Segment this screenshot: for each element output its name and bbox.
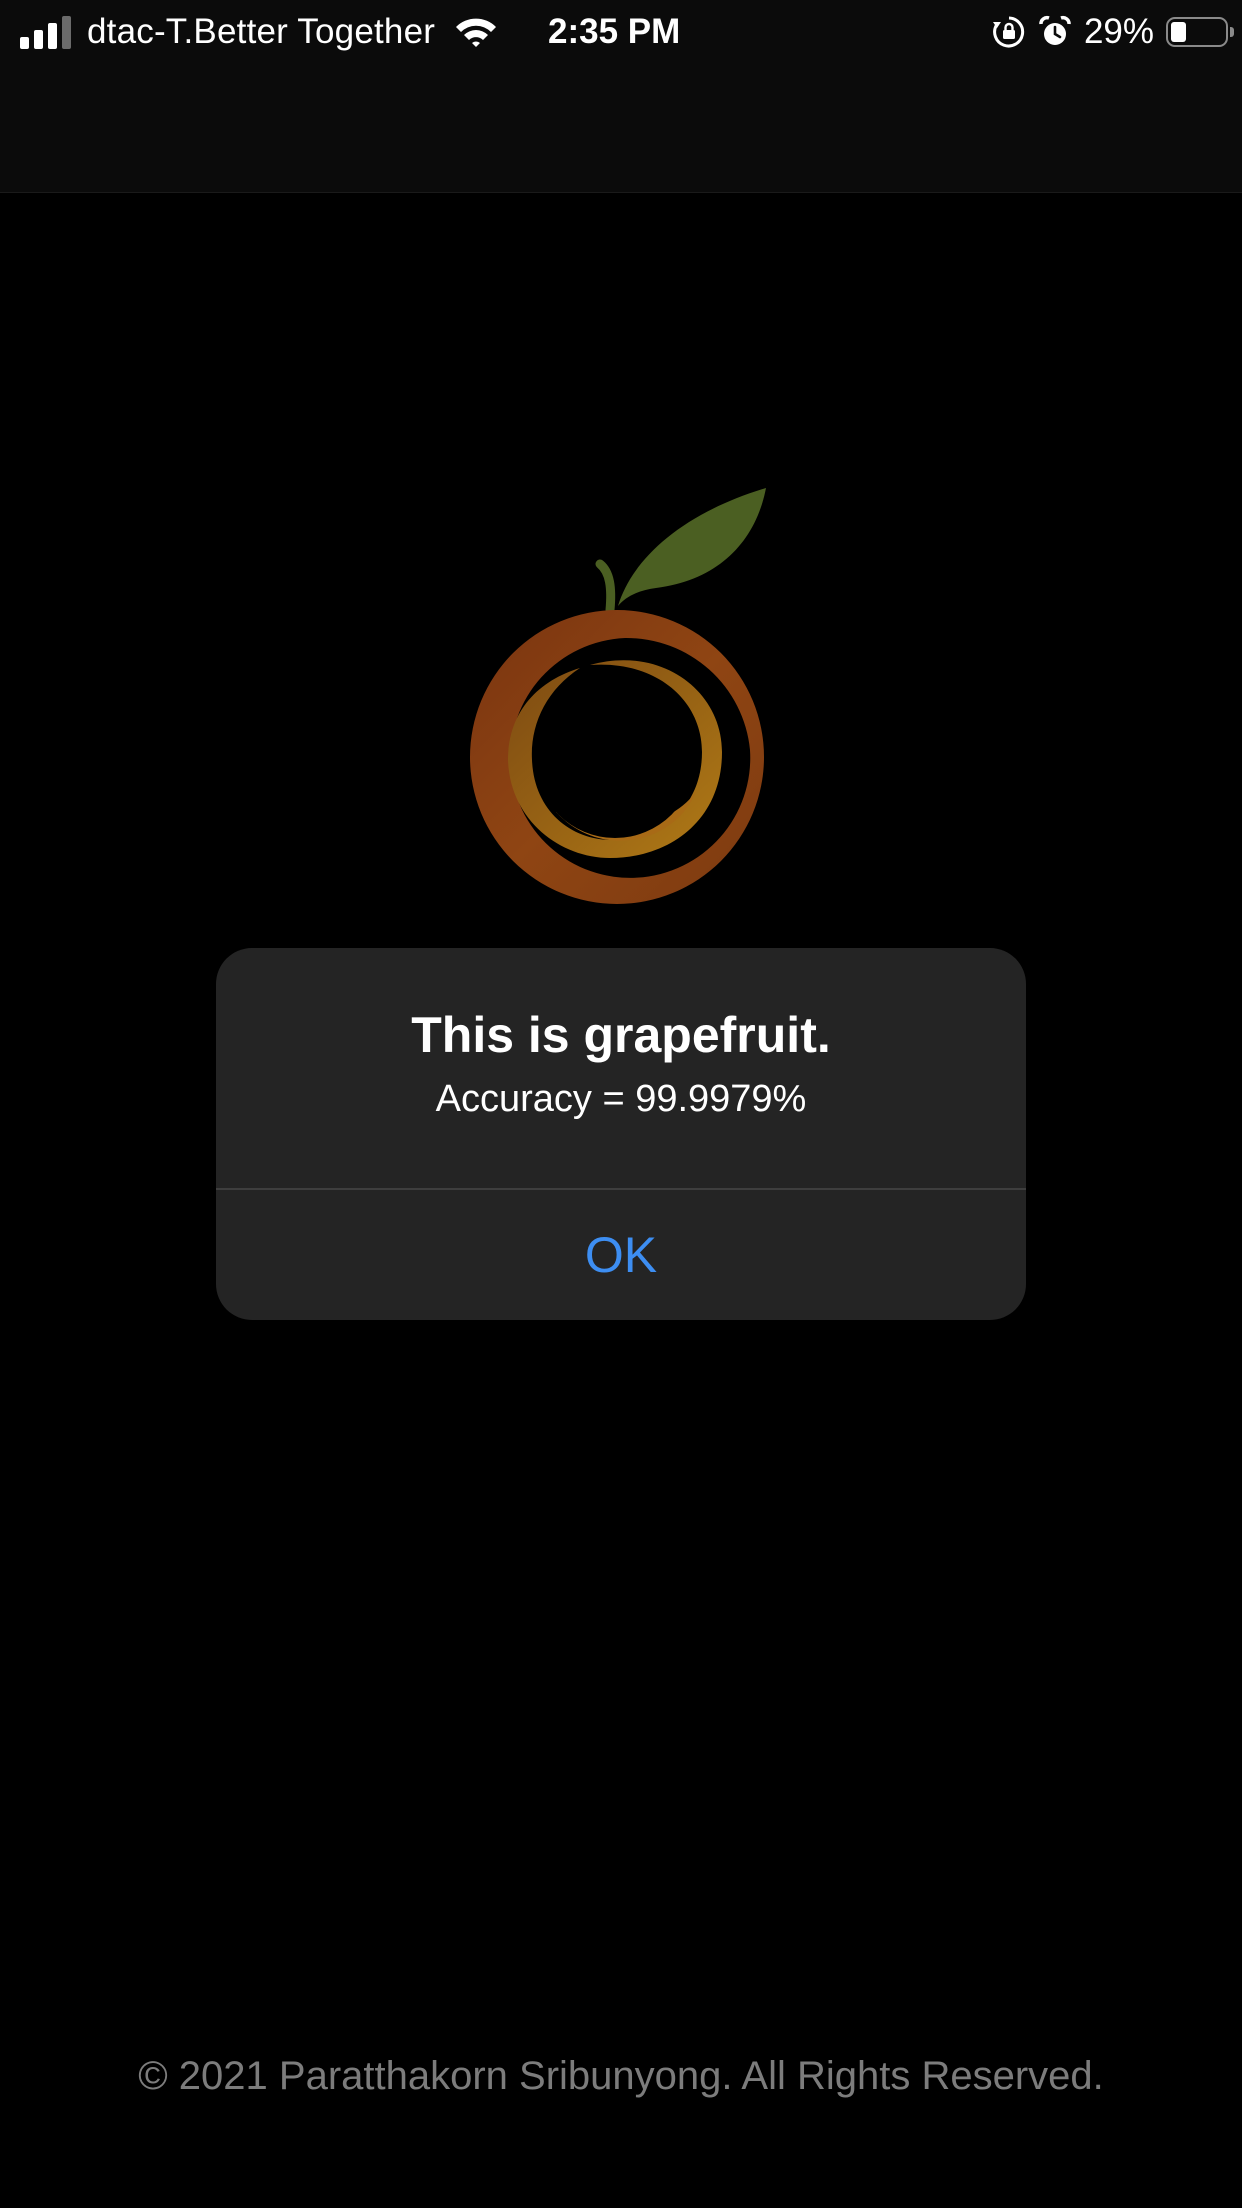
status-bar: dtac-T.Better Together 2:35 PM 29% <box>0 0 1242 64</box>
status-bar-left: dtac-T.Better Together <box>20 10 499 54</box>
stem-icon <box>595 559 616 615</box>
navigation-bar <box>0 64 1242 193</box>
fruit-logo <box>470 488 766 904</box>
signal-icon <box>20 15 71 49</box>
alert-message: Accuracy = 99.9979% <box>435 1078 807 1120</box>
alarm-icon <box>1039 15 1071 45</box>
status-time: 2:35 PM <box>548 12 681 51</box>
logo-center <box>535 678 695 838</box>
battery-cap <box>1230 27 1234 37</box>
carrier-name: dtac-T.Better Together <box>87 12 436 51</box>
ok-button[interactable]: OK <box>216 1190 1026 1320</box>
result-alert: This is grapefruit. Accuracy = 99.9979% … <box>216 948 1026 1320</box>
leaf-icon <box>618 488 766 606</box>
orientation-lock-icon <box>992 16 1025 48</box>
status-bar-right: 29% <box>992 10 1234 54</box>
battery-percent: 29% <box>1083 12 1154 51</box>
wifi-icon <box>456 18 497 47</box>
alert-title: This is grapefruit. <box>411 1007 831 1063</box>
copyright-footer: © 2021 Paratthakorn Sribunyong. All Righ… <box>138 2054 1104 2098</box>
battery-fill <box>1171 22 1186 42</box>
battery-icon <box>1166 17 1234 47</box>
